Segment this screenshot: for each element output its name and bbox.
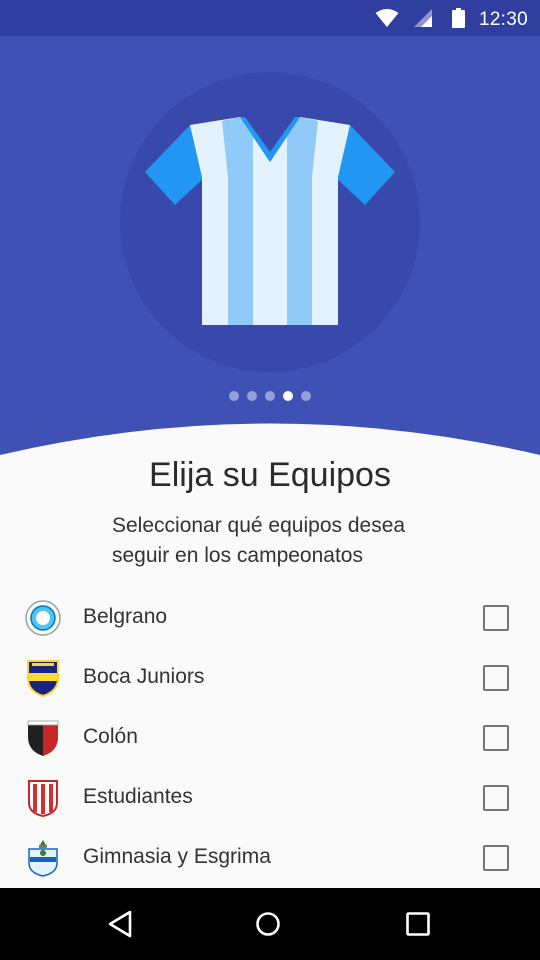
- page-dot[interactable]: [247, 391, 257, 401]
- boca-juniors-crest-icon: [24, 659, 62, 697]
- page-dot[interactable]: [301, 391, 311, 401]
- page-dot-active[interactable]: [283, 391, 293, 401]
- onboarding-hero: [0, 36, 540, 466]
- gimnasia-crest-icon: [24, 839, 62, 877]
- team-row-boca-juniors[interactable]: Boca Juniors: [0, 648, 540, 708]
- recents-icon[interactable]: [398, 904, 438, 944]
- team-list: Belgrano Boca Juniors Colón Estudiantes: [0, 588, 540, 888]
- jersey-icon: [145, 117, 395, 325]
- signal-icon: [413, 8, 433, 33]
- subtitle-line: Seleccionar qué equipos desea: [112, 514, 406, 537]
- team-row-colon[interactable]: Colón: [0, 708, 540, 768]
- estudiantes-crest-icon: [24, 779, 62, 817]
- team-row-belgrano[interactable]: Belgrano: [0, 588, 540, 648]
- team-checkbox[interactable]: [483, 665, 509, 691]
- status-time: 12:30: [478, 9, 528, 30]
- team-row-estudiantes[interactable]: Estudiantes: [0, 768, 540, 828]
- subtitle-line: seguir en los campeonatos: [112, 544, 363, 567]
- team-checkbox[interactable]: [483, 845, 509, 871]
- team-name: Boca Juniors: [83, 665, 205, 688]
- colon-crest-icon: [24, 719, 62, 757]
- home-icon[interactable]: [248, 904, 288, 944]
- page-dot[interactable]: [229, 391, 239, 401]
- page-dot[interactable]: [265, 391, 275, 401]
- back-icon[interactable]: [100, 904, 140, 944]
- page-title: Elija su Equipos: [149, 456, 391, 494]
- wifi-icon: [375, 8, 399, 33]
- curved-divider: [0, 423, 540, 460]
- team-name: Gimnasia y Esgrima: [83, 845, 271, 868]
- team-name: Colón: [83, 725, 138, 748]
- page-subtitle: Seleccionar qué equipos desea seguir en …: [112, 511, 472, 571]
- team-checkbox[interactable]: [483, 785, 509, 811]
- team-row-gimnasia-y-esgrima[interactable]: Gimnasia y Esgrima: [0, 828, 540, 888]
- status-bar: 12:30: [0, 0, 540, 36]
- team-name: Estudiantes: [83, 785, 193, 808]
- belgrano-crest-icon: [24, 599, 62, 637]
- team-name: Belgrano: [83, 605, 168, 628]
- page-indicator: [0, 391, 540, 401]
- battery-icon: [452, 8, 465, 33]
- navigation-bar: [0, 888, 540, 960]
- team-selection-panel: Elija su Equipos Seleccionar qué equipos…: [0, 455, 540, 888]
- team-checkbox[interactable]: [483, 605, 509, 631]
- team-checkbox[interactable]: [483, 725, 509, 751]
